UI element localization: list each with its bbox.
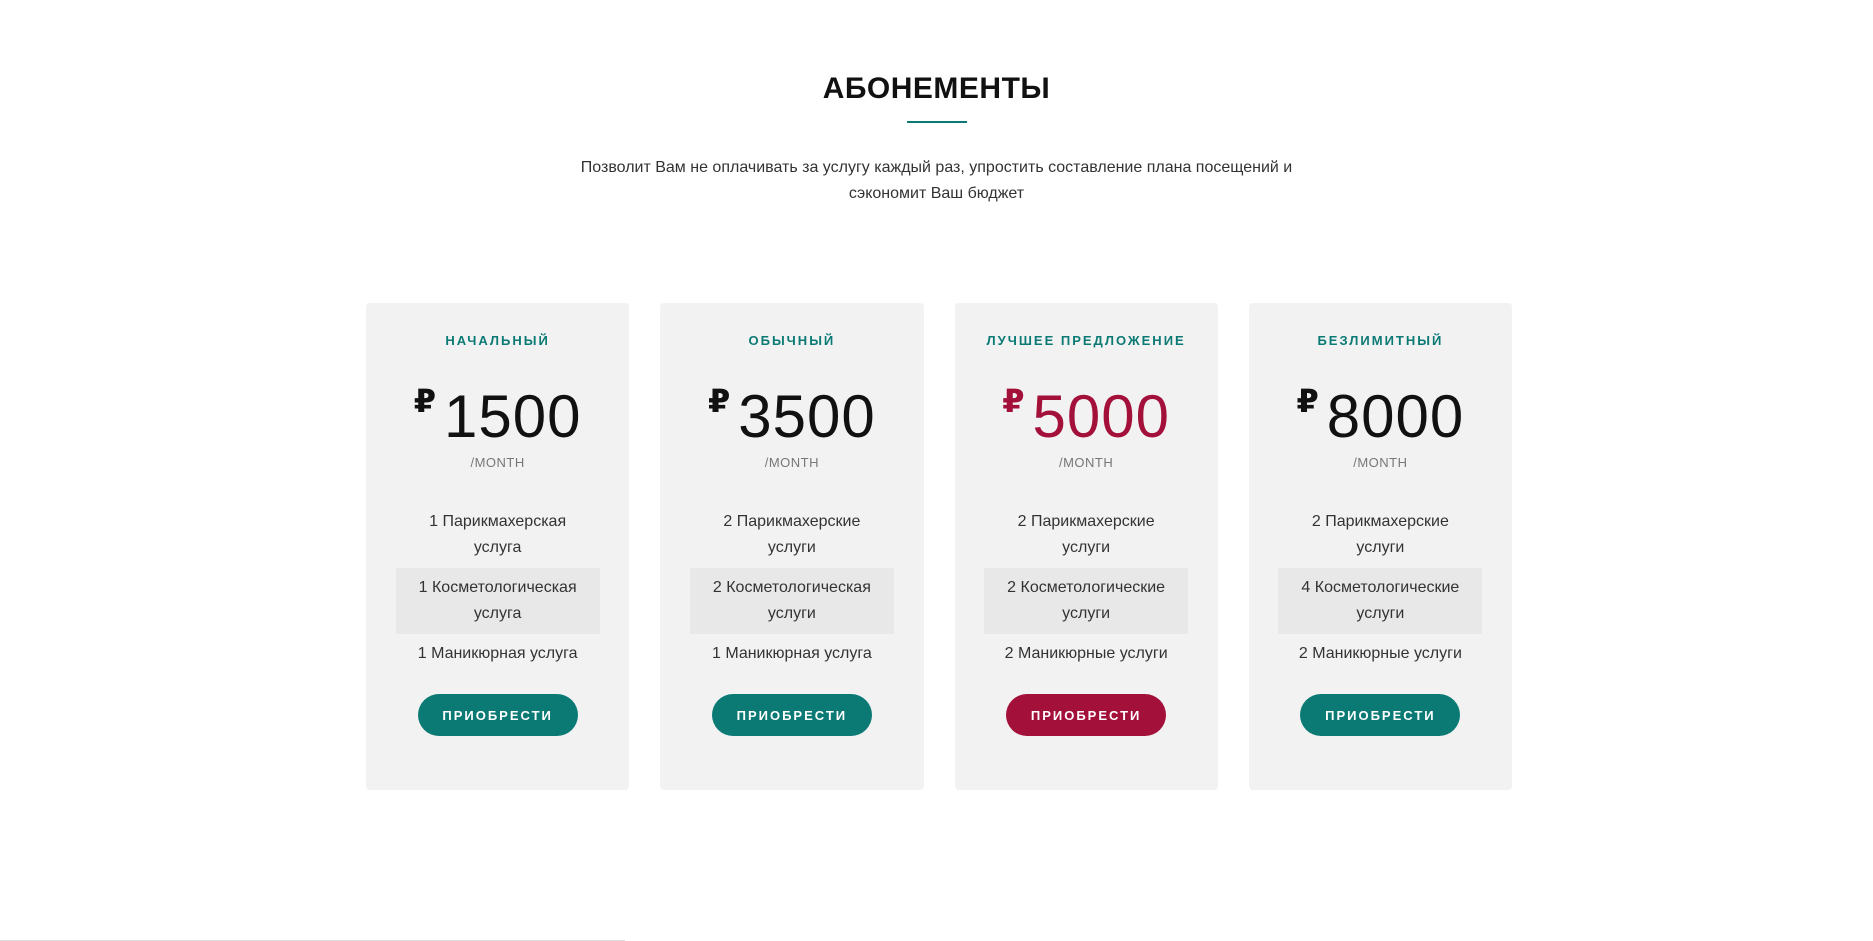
feature-item: 1 Косметологическая услуга bbox=[395, 568, 600, 634]
price-amount: 5000 bbox=[1032, 383, 1170, 450]
feature-item: 1 Маникюрная услуга bbox=[417, 645, 578, 662]
feature-list: 1 Парикмахерская услуга 1 Косметологичес… bbox=[395, 502, 600, 674]
price-period: /MONTH bbox=[764, 455, 820, 470]
feature-item: 2 Маникюрные услуги bbox=[1004, 645, 1168, 662]
pricing-card-starter: НАЧАЛЬНЫЙ ₽ 1500 /MONTH 1 Парикмахерская… bbox=[366, 303, 630, 790]
price: ₽ 1500 bbox=[414, 385, 582, 449]
pricing-card-regular: ОБЫЧНЫЙ ₽ 3500 /MONTH 2 Парикмахерские у… bbox=[660, 303, 924, 790]
ruble-icon: ₽ bbox=[413, 383, 437, 419]
buy-button-starter[interactable]: ПРИОБРЕСТИ bbox=[417, 694, 578, 736]
pricing-card-best-offer: ЛУЧШЕЕ ПРЕДЛОЖЕНИЕ ₽ 5000 /MONTH 2 Парик… bbox=[954, 303, 1218, 790]
price-amount: 1500 bbox=[444, 383, 582, 450]
feature-list: 2 Парикмахерские услуги 4 Косметологичес… bbox=[1278, 502, 1483, 674]
plan-name: НАЧАЛЬНЫЙ bbox=[445, 333, 550, 348]
price: ₽ 3500 bbox=[708, 385, 876, 449]
feature-item: 1 Парикмахерская услуга bbox=[429, 513, 567, 556]
title-underline bbox=[907, 121, 967, 123]
plan-name: БЕЗЛИМИТНЫЙ bbox=[1317, 333, 1444, 348]
price-period: /MONTH bbox=[1058, 455, 1114, 470]
plan-name: ЛУЧШЕЕ ПРЕДЛОЖЕНИЕ bbox=[986, 333, 1186, 348]
price: ₽ 5000 bbox=[1002, 385, 1170, 449]
ruble-icon: ₽ bbox=[708, 383, 731, 419]
feature-item: 1 Маникюрная услуга bbox=[711, 645, 872, 662]
feature-item: 2 Косметологическая услуги bbox=[689, 568, 894, 634]
buy-button-unlimited[interactable]: ПРИОБРЕСТИ bbox=[1300, 694, 1461, 736]
buy-button-best-offer[interactable]: ПРИОБРЕСТИ bbox=[1006, 694, 1167, 736]
feature-item: 4 Косметологические услуги bbox=[1278, 568, 1483, 634]
pricing-cards: НАЧАЛЬНЫЙ ₽ 1500 /MONTH 1 Парикмахерская… bbox=[366, 303, 1512, 790]
pricing-page: АБОНЕМЕНТЫ Позволит Вам не оплачивать за… bbox=[0, 0, 1873, 941]
price-amount: 8000 bbox=[1326, 383, 1465, 450]
price: ₽ 8000 bbox=[1297, 385, 1465, 449]
section-subtitle: Позволит Вам не оплачивать за услугу каж… bbox=[580, 159, 1293, 202]
pricing-card-unlimited: БЕЗЛИМИТНЫЙ ₽ 8000 /MONTH 2 Парикмахерск… bbox=[1248, 303, 1512, 790]
ruble-icon: ₽ bbox=[1002, 383, 1025, 419]
plan-name: ОБЫЧНЫЙ bbox=[748, 333, 836, 348]
feature-item: 2 Косметологические услуги bbox=[984, 568, 1189, 634]
feature-item: 2 Парикмахерские услуги bbox=[723, 513, 861, 556]
section-title: АБОНЕМЕНТЫ bbox=[822, 72, 1051, 105]
feature-item: 2 Парикмахерские услуги bbox=[1311, 513, 1449, 556]
feature-list: 2 Парикмахерские услуги 2 Косметологичес… bbox=[984, 502, 1189, 674]
feature-list: 2 Парикмахерские услуги 2 Косметологичес… bbox=[689, 502, 894, 674]
feature-item: 2 Парикмахерские услуги bbox=[1017, 513, 1155, 556]
price-period: /MONTH bbox=[470, 455, 525, 470]
price-amount: 3500 bbox=[738, 383, 876, 450]
buy-button-regular[interactable]: ПРИОБРЕСТИ bbox=[711, 694, 872, 736]
feature-item: 2 Маникюрные услуги bbox=[1298, 645, 1462, 662]
price-period: /MONTH bbox=[1353, 455, 1408, 470]
ruble-icon: ₽ bbox=[1296, 383, 1319, 419]
